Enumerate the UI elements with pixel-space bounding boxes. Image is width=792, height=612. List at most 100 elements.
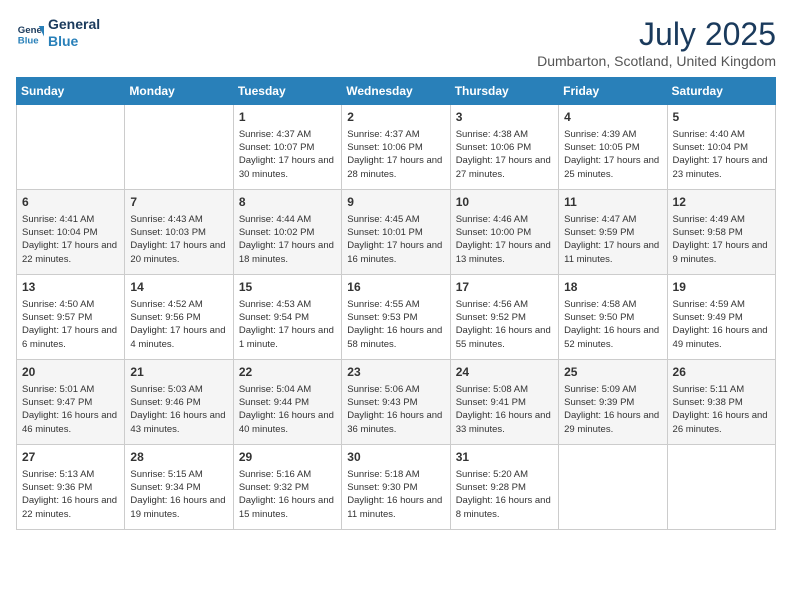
day-number: 4 [564,109,661,126]
logo-blue: Blue [48,33,100,50]
day-number: 7 [130,194,227,211]
day-number: 25 [564,364,661,381]
calendar-cell: 4 Sunrise: 4:39 AM Sunset: 10:05 PM Dayli… [559,105,667,190]
weekday-header-sunday: Sunday [17,78,125,105]
day-number: 5 [673,109,770,126]
day-number: 29 [239,449,336,466]
calendar-week-row: 1Sunrise: 4:37 AM Sunset: 10:07 PM Dayli… [17,105,776,190]
title-block: July 2025 Dumbarton, Scotland, United Ki… [537,16,776,69]
calendar-cell: 19 Sunrise: 4:59 AM Sunset: 9:49 PM Dayli… [667,275,775,360]
day-number: 19 [673,279,770,296]
calendar-cell: 18 Sunrise: 4:58 AM Sunset: 9:50 PM Dayli… [559,275,667,360]
day-number: 2 [347,109,444,126]
day-number: 31 [456,449,553,466]
day-number: 13 [22,279,119,296]
day-info: Sunrise: 4:45 AM Sunset: 10:01 PM Daylig… [347,213,444,266]
day-number: 6 [22,194,119,211]
day-info: Sunrise: 4:44 AM Sunset: 10:02 PM Daylig… [239,213,336,266]
day-info: Sunrise: 4:39 AM Sunset: 10:05 PM Daylig… [564,128,661,181]
day-info: Sunrise: 4:58 AM Sunset: 9:50 PM Dayligh… [564,298,661,351]
day-number: 28 [130,449,227,466]
day-number: 8 [239,194,336,211]
day-info: Sunrise: 4:38 AM Sunset: 10:06 PM Daylig… [456,128,553,181]
day-info: Sunrise: 5:20 AM Sunset: 9:28 PM Dayligh… [456,468,553,521]
day-info: Sunrise: 5:11 AM Sunset: 9:38 PM Dayligh… [673,383,770,436]
weekday-header-monday: Monday [125,78,233,105]
day-info: Sunrise: 4:59 AM Sunset: 9:49 PM Dayligh… [673,298,770,351]
weekday-header-saturday: Saturday [667,78,775,105]
calendar-cell: 8 Sunrise: 4:44 AM Sunset: 10:02 PM Dayli… [233,190,341,275]
calendar-cell: 22 Sunrise: 5:04 AM Sunset: 9:44 PM Dayli… [233,360,341,445]
day-info: Sunrise: 4:47 AM Sunset: 9:59 PM Dayligh… [564,213,661,266]
calendar-cell: 15 Sunrise: 4:53 AM Sunset: 9:54 PM Dayli… [233,275,341,360]
day-number: 16 [347,279,444,296]
calendar-cell [559,445,667,530]
calendar-cell: 7 Sunrise: 4:43 AM Sunset: 10:03 PM Dayli… [125,190,233,275]
day-number: 27 [22,449,119,466]
calendar-cell: 2Sunrise: 4:37 AM Sunset: 10:06 PM Dayli… [342,105,450,190]
day-number: 14 [130,279,227,296]
day-number: 21 [130,364,227,381]
day-number: 23 [347,364,444,381]
location-subtitle: Dumbarton, Scotland, United Kingdom [537,53,776,69]
calendar-cell [667,445,775,530]
day-info: Sunrise: 4:50 AM Sunset: 9:57 PM Dayligh… [22,298,119,351]
day-number: 10 [456,194,553,211]
svg-text:Blue: Blue [18,35,39,46]
calendar-cell [17,105,125,190]
weekday-header-wednesday: Wednesday [342,78,450,105]
calendar-week-row: 27 Sunrise: 5:13 AM Sunset: 9:36 PM Dayli… [17,445,776,530]
calendar-cell: 17Sunrise: 4:56 AM Sunset: 9:52 PM Dayli… [450,275,558,360]
day-info: Sunrise: 4:46 AM Sunset: 10:00 PM Daylig… [456,213,553,266]
calendar-cell: 28Sunrise: 5:15 AM Sunset: 9:34 PM Dayli… [125,445,233,530]
day-number: 3 [456,109,553,126]
day-number: 15 [239,279,336,296]
day-info: Sunrise: 5:16 AM Sunset: 9:32 PM Dayligh… [239,468,336,521]
calendar-body: 1Sunrise: 4:37 AM Sunset: 10:07 PM Dayli… [17,105,776,530]
day-info: Sunrise: 4:41 AM Sunset: 10:04 PM Daylig… [22,213,119,266]
calendar-cell: 30 Sunrise: 5:18 AM Sunset: 9:30 PM Dayli… [342,445,450,530]
calendar-cell: 11Sunrise: 4:47 AM Sunset: 9:59 PM Dayli… [559,190,667,275]
day-info: Sunrise: 5:06 AM Sunset: 9:43 PM Dayligh… [347,383,444,436]
day-info: Sunrise: 4:40 AM Sunset: 10:04 PM Daylig… [673,128,770,181]
day-number: 18 [564,279,661,296]
weekday-header-friday: Friday [559,78,667,105]
day-number: 17 [456,279,553,296]
logo: General Blue General Blue [16,16,100,50]
day-number: 9 [347,194,444,211]
calendar-cell: 24Sunrise: 5:08 AM Sunset: 9:41 PM Dayli… [450,360,558,445]
day-info: Sunrise: 5:01 AM Sunset: 9:47 PM Dayligh… [22,383,119,436]
calendar-cell: 6 Sunrise: 4:41 AM Sunset: 10:04 PM Dayli… [17,190,125,275]
calendar-cell: 26Sunrise: 5:11 AM Sunset: 9:38 PM Dayli… [667,360,775,445]
calendar-cell: 12Sunrise: 4:49 AM Sunset: 9:58 PM Dayli… [667,190,775,275]
day-info: Sunrise: 4:55 AM Sunset: 9:53 PM Dayligh… [347,298,444,351]
day-number: 22 [239,364,336,381]
calendar-cell: 23 Sunrise: 5:06 AM Sunset: 9:43 PM Dayli… [342,360,450,445]
day-info: Sunrise: 5:18 AM Sunset: 9:30 PM Dayligh… [347,468,444,521]
calendar-cell: 31 Sunrise: 5:20 AM Sunset: 9:28 PM Dayli… [450,445,558,530]
day-info: Sunrise: 5:03 AM Sunset: 9:46 PM Dayligh… [130,383,227,436]
day-info: Sunrise: 4:43 AM Sunset: 10:03 PM Daylig… [130,213,227,266]
day-number: 20 [22,364,119,381]
calendar-header-row: SundayMondayTuesdayWednesdayThursdayFrid… [17,78,776,105]
day-info: Sunrise: 5:04 AM Sunset: 9:44 PM Dayligh… [239,383,336,436]
logo-general: General [48,16,100,33]
calendar-cell [125,105,233,190]
day-number: 30 [347,449,444,466]
day-info: Sunrise: 4:52 AM Sunset: 9:56 PM Dayligh… [130,298,227,351]
calendar-cell: 3 Sunrise: 4:38 AM Sunset: 10:06 PM Dayli… [450,105,558,190]
day-info: Sunrise: 5:13 AM Sunset: 9:36 PM Dayligh… [22,468,119,521]
calendar-cell: 10 Sunrise: 4:46 AM Sunset: 10:00 PM Dayl… [450,190,558,275]
day-number: 12 [673,194,770,211]
day-number: 1 [239,109,336,126]
day-info: Sunrise: 5:08 AM Sunset: 9:41 PM Dayligh… [456,383,553,436]
calendar-cell: 21 Sunrise: 5:03 AM Sunset: 9:46 PM Dayli… [125,360,233,445]
day-info: Sunrise: 4:53 AM Sunset: 9:54 PM Dayligh… [239,298,336,351]
calendar-cell: 16 Sunrise: 4:55 AM Sunset: 9:53 PM Dayli… [342,275,450,360]
calendar-week-row: 6 Sunrise: 4:41 AM Sunset: 10:04 PM Dayli… [17,190,776,275]
page-header: General Blue General Blue July 2025 Dumb… [16,16,776,69]
weekday-header-thursday: Thursday [450,78,558,105]
logo-icon: General Blue [16,19,44,47]
day-info: Sunrise: 5:09 AM Sunset: 9:39 PM Dayligh… [564,383,661,436]
calendar-week-row: 13 Sunrise: 4:50 AM Sunset: 9:57 PM Dayli… [17,275,776,360]
